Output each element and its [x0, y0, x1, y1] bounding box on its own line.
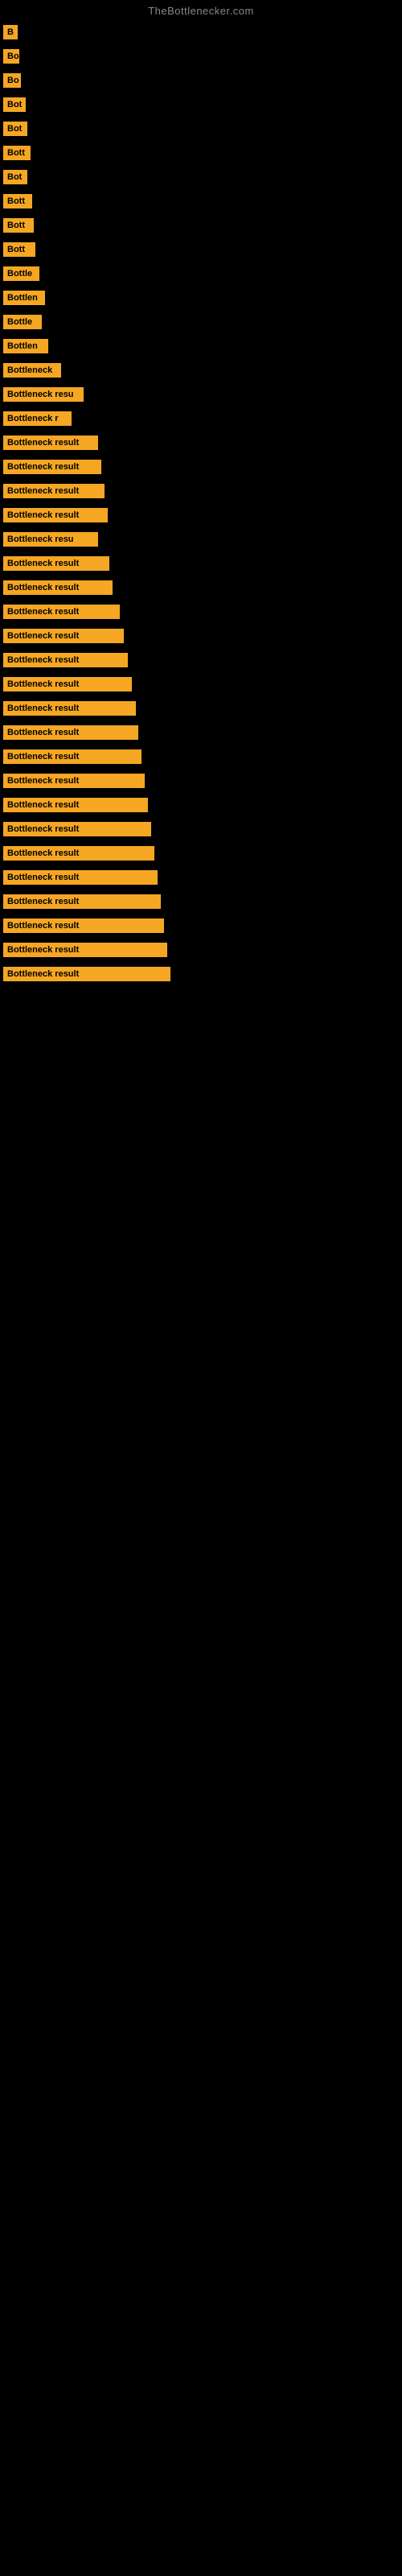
list-item: Bottleneck result	[0, 648, 402, 672]
label-box: Bottleneck result	[3, 460, 101, 474]
label-box: Bottleneck result	[3, 822, 151, 836]
list-item: Bottleneck	[0, 358, 402, 382]
label-box: Bott	[3, 194, 32, 208]
list-item: Bott	[0, 213, 402, 237]
list-item: Bot	[0, 93, 402, 117]
label-box: Bott	[3, 146, 31, 160]
label-box: Bottleneck result	[3, 701, 136, 716]
label-box: Bottleneck result	[3, 846, 154, 861]
label-box: Bo	[3, 49, 19, 64]
label-box: B	[3, 25, 18, 39]
site-title: TheBottlenecker.com	[0, 0, 402, 20]
list-item: Bottleneck result	[0, 479, 402, 503]
label-box: Bottleneck r	[3, 411, 72, 426]
label-box: Bottleneck result	[3, 894, 161, 909]
list-item: Bot	[0, 165, 402, 189]
label-box: Bottle	[3, 266, 39, 281]
label-box: Bott	[3, 218, 34, 233]
list-item: Bottleneck result	[0, 769, 402, 793]
label-box: Bottleneck resu	[3, 387, 84, 402]
list-item: Bottleneck result	[0, 455, 402, 479]
label-box: Bottleneck result	[3, 629, 124, 643]
list-item: Bott	[0, 189, 402, 213]
list-item: Bottle	[0, 262, 402, 286]
label-box: Bottleneck result	[3, 677, 132, 691]
list-item: Bottleneck result	[0, 914, 402, 938]
label-box: Bottlen	[3, 291, 45, 305]
list-item: Bottleneck result	[0, 865, 402, 890]
list-item: Bottleneck result	[0, 624, 402, 648]
label-box: Bottleneck result	[3, 870, 158, 885]
list-item: Bottleneck result	[0, 600, 402, 624]
label-box: Bottleneck result	[3, 580, 113, 595]
label-box: Bot	[3, 122, 27, 136]
list-item: Bottleneck result	[0, 576, 402, 600]
label-box: Bottleneck result	[3, 605, 120, 619]
label-box: Bottle	[3, 315, 42, 329]
list-item: Bottleneck result	[0, 841, 402, 865]
list-item: Bottle	[0, 310, 402, 334]
list-item: Bottleneck result	[0, 503, 402, 527]
list-item: Bottleneck result	[0, 938, 402, 962]
label-box: Bottleneck	[3, 363, 61, 378]
label-box: Bott	[3, 242, 35, 257]
label-box: Bot	[3, 170, 27, 184]
label-box: Bottleneck result	[3, 653, 128, 667]
label-box: Bottlen	[3, 339, 48, 353]
label-box: Bottleneck result	[3, 943, 167, 957]
list-item: Bott	[0, 237, 402, 262]
list-item: Bottleneck result	[0, 890, 402, 914]
list-item: Bottleneck r	[0, 407, 402, 431]
label-box: Bottleneck resu	[3, 532, 98, 547]
list-item: Bottleneck result	[0, 793, 402, 817]
label-box: Bottleneck result	[3, 484, 105, 498]
list-item: Bottleneck result	[0, 817, 402, 841]
list-item: Bottleneck result	[0, 431, 402, 455]
label-box: Bottleneck result	[3, 436, 98, 450]
list-item: Bo	[0, 44, 402, 68]
list-item: B	[0, 20, 402, 44]
label-box: Bottleneck result	[3, 798, 148, 812]
label-box: Bottleneck result	[3, 556, 109, 571]
label-box: Bottleneck result	[3, 774, 145, 788]
label-box: Bottleneck result	[3, 508, 108, 522]
list-item: Bottleneck result	[0, 745, 402, 769]
list-item: Bottlen	[0, 286, 402, 310]
label-box: Bo	[3, 73, 21, 88]
label-box: Bottleneck result	[3, 749, 142, 764]
label-box: Bot	[3, 97, 26, 112]
list-item: Bottleneck result	[0, 551, 402, 576]
list-item: Bottleneck result	[0, 696, 402, 720]
list-item: Bottleneck resu	[0, 382, 402, 407]
label-box: Bottleneck result	[3, 725, 138, 740]
label-box: Bottleneck result	[3, 919, 164, 933]
list-item: Bottlen	[0, 334, 402, 358]
list-item: Bo	[0, 68, 402, 93]
list-item: Bott	[0, 141, 402, 165]
list-item: Bottleneck result	[0, 962, 402, 986]
list-item: Bottleneck result	[0, 672, 402, 696]
list-item: Bottleneck result	[0, 720, 402, 745]
label-box: Bottleneck result	[3, 967, 170, 981]
list-item: Bot	[0, 117, 402, 141]
list-item: Bottleneck resu	[0, 527, 402, 551]
